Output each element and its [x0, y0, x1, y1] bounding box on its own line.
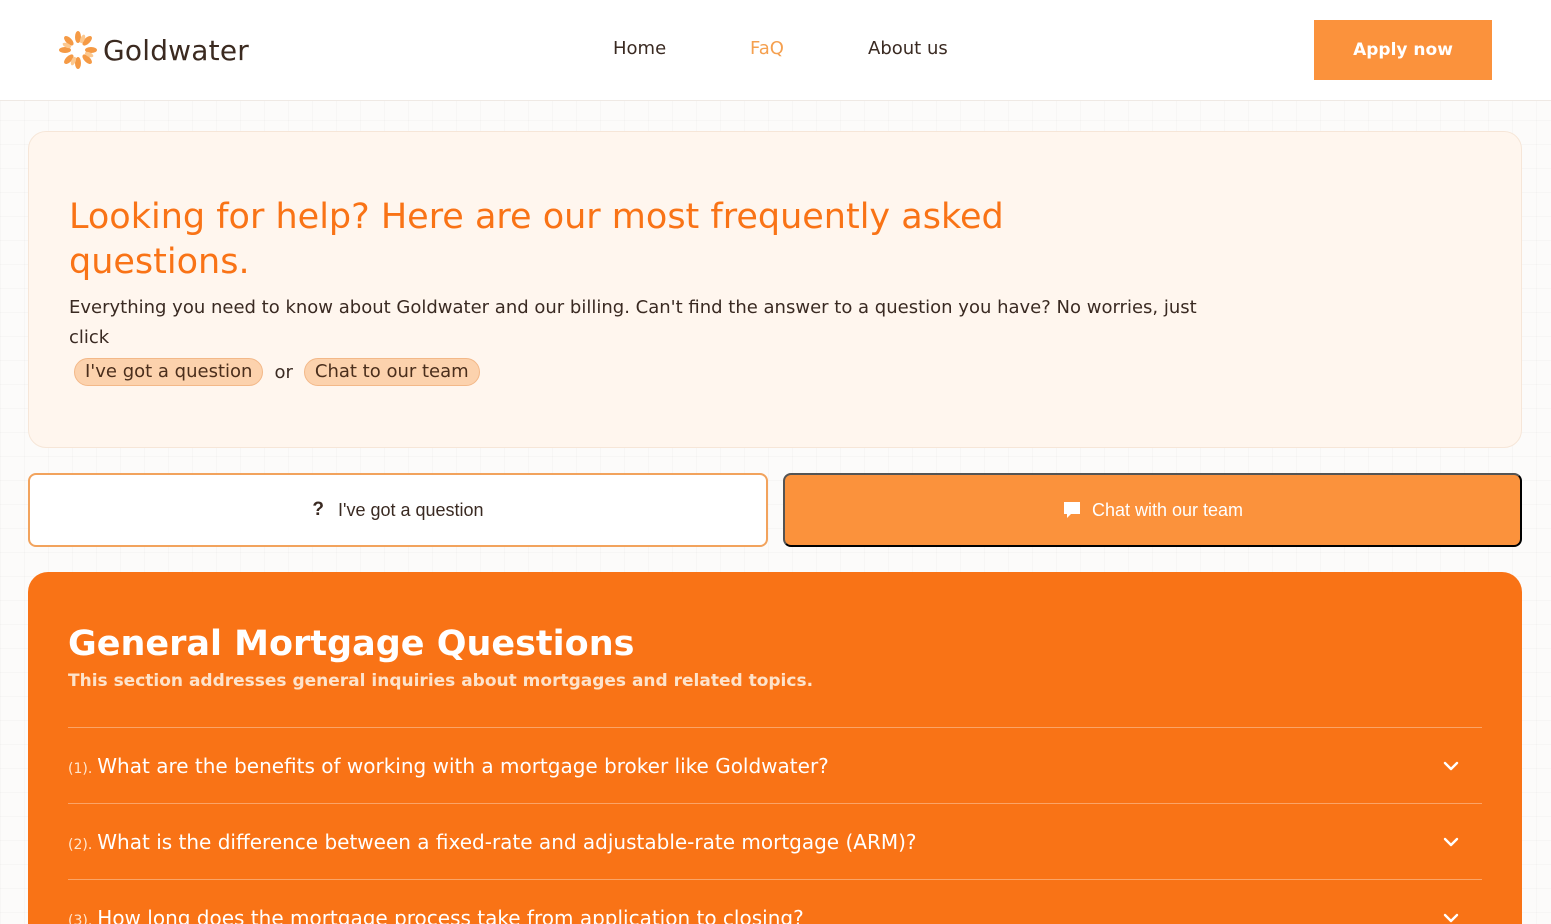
or-separator: or [274, 361, 293, 383]
faq-item[interactable]: (2). What is the difference between a fi… [68, 803, 1482, 879]
chat-link-pill[interactable]: Chat to our team [303, 358, 480, 386]
faq-number: (1). [68, 760, 93, 777]
faq-question-text: How long does the mortgage process take … [97, 905, 804, 924]
question-button[interactable]: ? I've got a question [28, 473, 768, 547]
faq-list: (1). What are the benefits of working wi… [68, 727, 1482, 924]
chevron-down-icon[interactable] [1440, 907, 1462, 924]
faq-hero: Looking for help? Here are our most freq… [28, 131, 1522, 448]
faq-item[interactable]: (1). What are the benefits of working wi… [68, 727, 1482, 803]
faq-section: General Mortgage Questions This section … [28, 572, 1522, 924]
chat-button[interactable]: Chat with our team [783, 473, 1522, 547]
hero-links: I've got a question or Chat to our team [74, 358, 480, 386]
faq-item[interactable]: (3). How long does the mortgage process … [68, 879, 1482, 924]
chat-button-label: Chat with our team [1091, 499, 1244, 520]
apply-now-button[interactable]: Apply now [1314, 20, 1492, 80]
site-header: Goldwater Home FaQ About us Apply now [0, 0, 1551, 101]
chat-bubble-icon [1063, 502, 1080, 518]
faq-question: (2). What is the difference between a fi… [68, 830, 917, 854]
nav-faq-link[interactable]: FaQ [750, 38, 784, 59]
chevron-down-icon[interactable] [1440, 755, 1462, 777]
faq-question-text: What is the difference between a fixed-r… [97, 829, 917, 854]
question-mark-icon: ? [312, 499, 325, 520]
faq-question-text: What are the benefits of working with a … [97, 753, 829, 778]
question-button-label: I've got a question [338, 499, 484, 520]
hero-subtitle: Everything you need to know about Goldwa… [69, 297, 1197, 348]
question-link-pill[interactable]: I've got a question [74, 358, 264, 386]
chevron-down-icon[interactable] [1440, 831, 1462, 853]
faq-question: (3). How long does the mortgage process … [68, 906, 804, 924]
nav-home-link[interactable]: Home [613, 38, 666, 59]
section-subtitle: This section addresses general inquiries… [68, 671, 814, 691]
page-title: Looking for help? Here are our most freq… [69, 197, 1004, 282]
section-title: General Mortgage Questions [68, 624, 635, 664]
faq-number: (3). [68, 912, 93, 924]
faq-number: (2). [68, 836, 93, 853]
faq-question: (1). What are the benefits of working wi… [68, 754, 829, 778]
nav-about-link[interactable]: About us [868, 38, 948, 59]
